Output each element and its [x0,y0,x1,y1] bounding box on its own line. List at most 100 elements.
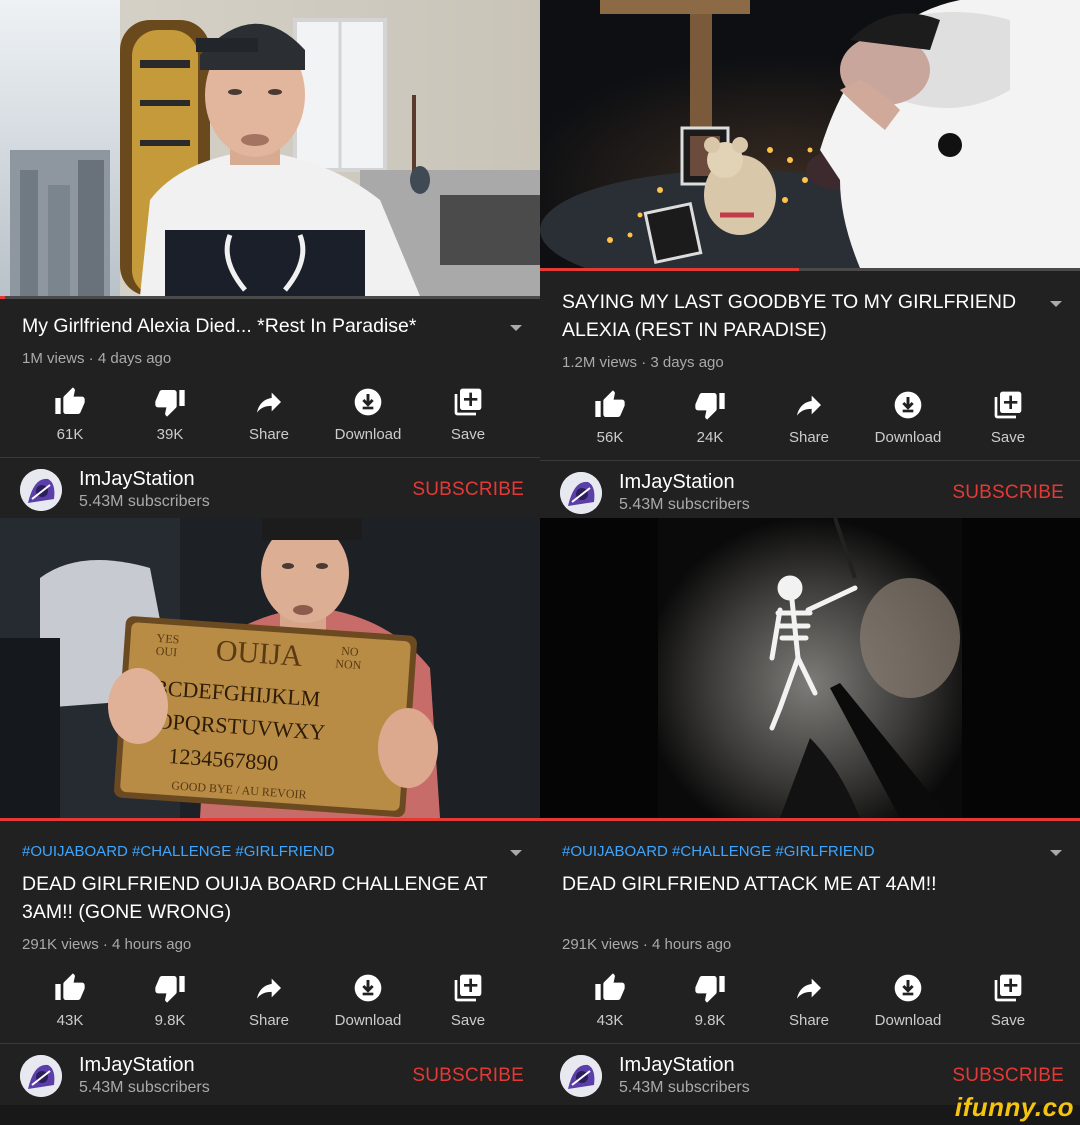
like-count: 43K [596,1012,624,1029]
video-progress-fill [540,268,800,271]
share-button[interactable]: Share [759,972,859,1029]
action-bar: 43K 9.8K Share Download Save [540,972,1080,1042]
action-bar: 56K 24K Share Download Save [540,389,1080,459]
video-title: My Girlfriend Alexia Died... *Rest In Pa… [22,315,417,337]
share-arrow-icon [257,392,281,413]
expand-description-chevron-icon[interactable] [1050,301,1062,307]
dislike-count: 9.8K [694,1012,726,1029]
download-button[interactable]: Download [858,389,958,446]
divider [540,1043,1080,1044]
save-label: Save [990,429,1026,446]
expand-description-chevron-icon[interactable] [510,850,522,856]
video-progress-bar[interactable] [0,818,540,821]
dislike-count: 39K [156,426,184,443]
download-label: Download [334,1012,402,1029]
save-label: Save [990,1012,1026,1029]
dislike-count: 24K [696,429,724,446]
video-meta: 1.2M views · 3 days ago [562,354,724,371]
share-button[interactable]: Share [759,389,859,446]
channel-row: ImJayStation 5.43M subscribers SUBSCRIBE [0,1046,540,1105]
video-progress-fill [0,818,540,821]
video-meta: 291K views · 4 hours ago [562,936,732,953]
channel-avatar[interactable] [20,469,62,511]
channel-name[interactable]: ImJayStation [79,468,195,491]
share-button[interactable]: Share [219,972,319,1029]
hashtags[interactable]: #OUIJABOARD #CHALLENGE #GIRLFRIEND [562,843,875,860]
download-button[interactable]: Download [318,972,418,1029]
video-meta: 1M views · 4 days ago [22,350,172,367]
download-icon [894,974,922,1002]
ouija-oui-text: OUI [155,644,177,659]
hashtags[interactable]: #OUIJABOARD #CHALLENGE #GIRLFRIEND [22,843,335,860]
video-panel-4: #OUIJABOARD #CHALLENGE #GIRLFRIEND DEAD … [540,518,1080,1105]
save-label: Save [450,426,486,443]
share-label: Share [248,1012,290,1029]
channel-name[interactable]: ImJayStation [619,1054,735,1077]
action-bar: 43K 9.8K Share Download Save [0,972,540,1042]
subscribe-button[interactable]: SUBSCRIBE [412,1065,524,1087]
avatar-image [20,1055,62,1097]
like-count: 43K [56,1012,84,1029]
channel-row: ImJayStation 5.43M subscribers SUBSCRIBE [0,460,540,518]
thumbs-up-icon [55,387,85,414]
expand-description-chevron-icon[interactable] [1050,850,1062,856]
dislike-button[interactable]: 39K [120,386,220,443]
add-to-playlist-icon [994,391,1022,419]
video-thumbnail-4[interactable] [540,518,1080,818]
like-button[interactable]: 43K [560,972,660,1029]
video-progress-fill [540,818,1080,821]
thumbs-down-icon [155,976,185,1003]
ouija-non-text: NON [335,656,362,672]
save-button[interactable]: Save [958,389,1058,446]
avatar-image [560,1055,602,1097]
share-arrow-icon [797,395,821,416]
channel-name[interactable]: ImJayStation [79,1054,195,1077]
channel-avatar[interactable] [560,472,602,514]
dislike-button[interactable]: 9.8K [660,972,760,1029]
video-title: SAYING MY LAST GOODBYE TO MY GIRLFRIEND … [562,291,1017,341]
download-label: Download [874,429,942,446]
channel-avatar[interactable] [20,1055,62,1097]
video-thumbnail-2[interactable] [540,0,1080,268]
video-progress-bar[interactable] [540,818,1080,821]
subscribe-button[interactable]: SUBSCRIBE [952,482,1064,504]
like-button[interactable]: 61K [20,386,120,443]
avatar-image [560,472,602,514]
download-label: Download [874,1012,942,1029]
divider [540,460,1080,461]
channel-avatar[interactable] [560,1055,602,1097]
share-label: Share [788,1012,830,1029]
dislike-button[interactable]: 9.8K [120,972,220,1029]
save-button[interactable]: Save [418,386,518,443]
share-button[interactable]: Share [219,386,319,443]
like-button[interactable]: 43K [20,972,120,1029]
action-bar: 61K 39K Share Download Save [0,386,540,456]
video-progress-bar[interactable] [540,268,1080,271]
download-button[interactable]: Download [858,972,958,1029]
video-thumbnail-1[interactable] [0,0,540,296]
expand-description-chevron-icon[interactable] [510,325,522,331]
divider [0,457,540,458]
thumbs-up-icon [595,390,625,417]
dislike-button[interactable]: 24K [660,389,760,446]
save-button[interactable]: Save [958,972,1058,1029]
avatar-image [20,469,62,511]
video-progress-bar[interactable] [0,296,540,299]
video-title: DEAD GIRLFRIEND OUIJA BOARD CHALLENGE AT… [22,873,488,923]
like-count: 56K [596,429,624,446]
save-button[interactable]: Save [418,972,518,1029]
download-icon [894,391,922,419]
subscribe-button[interactable]: SUBSCRIBE [412,479,524,501]
like-button[interactable]: 56K [560,389,660,446]
video-title: DEAD GIRLFRIEND ATTACK ME AT 4AM!! [562,873,937,895]
subscribe-button[interactable]: SUBSCRIBE [952,1065,1064,1087]
video-thumbnail-3[interactable]: OUIJA YES OUI NO NON BCDEFGHIJKLM NOPQRS… [0,518,540,818]
channel-name[interactable]: ImJayStation [619,471,735,494]
subscriber-count: 5.43M subscribers [79,1079,210,1096]
thumbs-down-icon [695,976,725,1003]
add-to-playlist-icon [994,974,1022,1002]
share-label: Share [788,429,830,446]
download-button[interactable]: Download [318,386,418,443]
share-arrow-icon [797,978,821,999]
add-to-playlist-icon [454,388,482,416]
